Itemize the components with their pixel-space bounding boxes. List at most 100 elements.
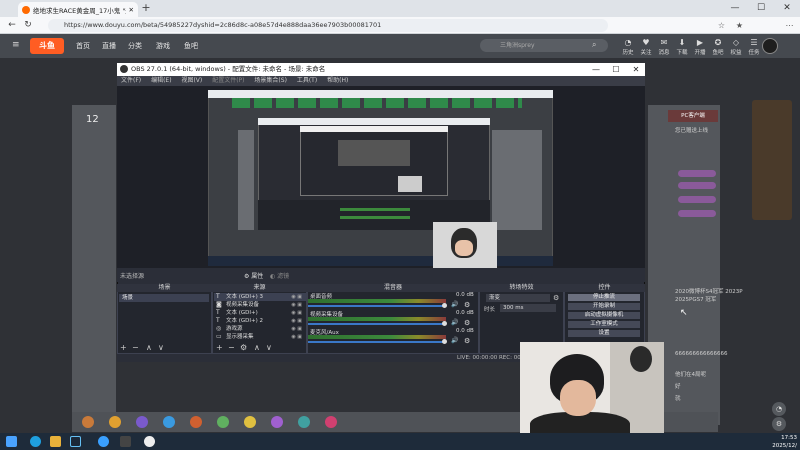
scene-add-icon[interactable]: + bbox=[120, 343, 127, 353]
url-input[interactable]: https://www.douyu.com/beta/54985227dyshi… bbox=[48, 19, 608, 32]
source-down-icon[interactable]: ∨ bbox=[266, 343, 272, 353]
collections-icon[interactable]: ★ bbox=[734, 20, 745, 31]
transition-select[interactable]: 渐变 bbox=[486, 294, 550, 302]
menu-file[interactable]: 文件(F) bbox=[121, 77, 141, 84]
hamburger-icon[interactable]: ≡ bbox=[12, 40, 20, 50]
minimize-button[interactable]: — bbox=[722, 0, 748, 17]
douyu-logo[interactable]: 斗鱼 bbox=[30, 38, 64, 54]
reload-button[interactable]: ↻ bbox=[22, 19, 34, 31]
volume-slider[interactable] bbox=[308, 305, 446, 307]
transition-settings-icon[interactable]: ⚙ bbox=[553, 294, 559, 302]
speaker-icon[interactable]: 🔊 bbox=[451, 337, 458, 344]
gift-icon[interactable] bbox=[244, 416, 256, 428]
menu-scene-collection[interactable]: 场景集合(S) bbox=[254, 77, 287, 84]
header-item-7[interactable]: ☰ 任务 bbox=[744, 38, 764, 56]
settings-button[interactable]: 设置 bbox=[568, 330, 640, 337]
source-settings-icon[interactable]: ⚙ bbox=[240, 343, 247, 353]
gift-icon[interactable] bbox=[136, 416, 148, 428]
settings-icon[interactable]: ⚙ bbox=[772, 417, 786, 431]
source-item[interactable]: ◎ 游戏源 ◉ ▣ bbox=[214, 325, 306, 333]
activity-gift-panel[interactable] bbox=[752, 100, 792, 220]
studio-mode-button[interactable]: 工作室模式 bbox=[568, 321, 640, 328]
speaker-icon[interactable]: 🔊 bbox=[451, 301, 458, 308]
properties-button[interactable]: ⚙ 属性 bbox=[244, 271, 263, 280]
volume-slider-knob[interactable] bbox=[442, 321, 447, 326]
folder-icon[interactable] bbox=[50, 436, 61, 447]
gift-icon[interactable] bbox=[109, 416, 121, 428]
new-tab-button[interactable]: + bbox=[140, 2, 152, 14]
header-item-6[interactable]: ◇ 权益 bbox=[726, 38, 746, 56]
scene-item[interactable]: 场景 bbox=[119, 294, 209, 302]
source-add-icon[interactable]: + bbox=[216, 343, 223, 353]
volume-slider[interactable] bbox=[308, 323, 446, 325]
channel-settings-icon[interactable]: ⚙ bbox=[464, 319, 470, 327]
virtual-camera-button[interactable]: 启动虚拟摄像机 bbox=[568, 312, 640, 319]
header-item-2[interactable]: ✉ 消息 bbox=[654, 38, 674, 56]
history-icon[interactable]: ◔ bbox=[772, 402, 786, 416]
obs-minimize-button[interactable]: — bbox=[586, 63, 606, 76]
obs-taskbar-icon[interactable] bbox=[144, 436, 155, 447]
start-icon[interactable] bbox=[6, 436, 17, 447]
steam-icon[interactable] bbox=[70, 436, 81, 447]
menu-help[interactable]: 帮助(H) bbox=[327, 77, 348, 84]
start-recording-button[interactable]: 开始录制 bbox=[568, 303, 640, 310]
header-item-3[interactable]: ⬇ 下载 bbox=[672, 38, 692, 56]
visibility-lock-icon[interactable]: ◉ ▣ bbox=[291, 301, 302, 309]
app-icon[interactable] bbox=[98, 436, 109, 447]
search-icon[interactable]: ⌕ bbox=[592, 40, 596, 50]
gift-icon[interactable] bbox=[163, 416, 175, 428]
nav-yuba[interactable]: 鱼吧 bbox=[184, 41, 198, 51]
user-avatar[interactable] bbox=[762, 38, 778, 54]
menu-edit[interactable]: 编辑(E) bbox=[151, 77, 171, 84]
scene-down-icon[interactable]: ∨ bbox=[158, 343, 164, 353]
gift-icon[interactable] bbox=[298, 416, 310, 428]
gift-icon[interactable] bbox=[325, 416, 337, 428]
obs-maximize-button[interactable]: ☐ bbox=[606, 63, 626, 76]
visibility-lock-icon[interactable]: ◉ ▣ bbox=[291, 293, 302, 301]
obs-close-button[interactable]: ✕ bbox=[626, 63, 646, 76]
visibility-lock-icon[interactable]: ◉ ▣ bbox=[291, 309, 302, 317]
nav-live[interactable]: 直播 bbox=[102, 41, 116, 51]
back-button[interactable]: ← bbox=[6, 19, 18, 31]
scene-remove-icon[interactable]: − bbox=[132, 343, 139, 353]
source-up-icon[interactable]: ∧ bbox=[254, 343, 260, 353]
volume-slider[interactable] bbox=[308, 341, 446, 343]
source-item[interactable]: T 文本 (GDI+) ◉ ▣ bbox=[214, 309, 306, 317]
header-item-1[interactable]: ♥ 关注 bbox=[636, 38, 656, 56]
source-item[interactable]: ▭ 显示器采集 ◉ ▣ bbox=[214, 333, 306, 341]
volume-slider-knob[interactable] bbox=[442, 303, 447, 308]
gift-icon[interactable] bbox=[82, 416, 94, 428]
source-remove-icon[interactable]: − bbox=[228, 343, 235, 353]
channel-settings-icon[interactable]: ⚙ bbox=[464, 337, 470, 345]
speaker-icon[interactable]: 🔊 bbox=[451, 319, 458, 326]
maximize-button[interactable]: ☐ bbox=[748, 0, 774, 17]
close-button[interactable]: ✕ bbox=[774, 0, 800, 17]
menu-profile[interactable]: 配置文件(P) bbox=[212, 77, 244, 84]
favorite-star-icon[interactable]: ☆ bbox=[716, 20, 727, 31]
volume-slider-knob[interactable] bbox=[442, 339, 447, 344]
gift-icon[interactable] bbox=[190, 416, 202, 428]
stop-stream-button[interactable]: 停止推流 bbox=[568, 294, 640, 301]
header-item-4[interactable]: ▶ 开播 bbox=[690, 38, 710, 56]
header-item-0[interactable]: ◔ 历史 bbox=[618, 38, 638, 56]
nav-home[interactable]: 首页 bbox=[76, 41, 90, 51]
source-item[interactable]: T 文本 (GDI+) 3 ◉ ▣ bbox=[214, 293, 306, 301]
filters-button[interactable]: ◐ 滤镜 bbox=[270, 271, 289, 280]
pc-client-badge[interactable]: PC客户端 bbox=[668, 110, 718, 122]
more-menu-icon[interactable]: ⋯ bbox=[784, 20, 795, 31]
menu-tools[interactable]: 工具(T) bbox=[297, 77, 317, 84]
header-item-5[interactable]: ✪ 鱼吧 bbox=[708, 38, 728, 56]
douyu-search-input[interactable]: 三角洲sprey bbox=[480, 39, 608, 52]
channel-settings-icon[interactable]: ⚙ bbox=[464, 301, 470, 309]
visibility-lock-icon[interactable]: ◉ ▣ bbox=[291, 333, 302, 341]
gift-icon[interactable] bbox=[271, 416, 283, 428]
source-item[interactable]: ◙ 视频采集设备 ◉ ▣ bbox=[214, 301, 306, 309]
duration-input[interactable]: 300 ms bbox=[500, 304, 556, 312]
nav-category[interactable]: 分类 bbox=[128, 41, 142, 51]
menu-view[interactable]: 视图(V) bbox=[181, 77, 202, 84]
scene-up-icon[interactable]: ∧ bbox=[146, 343, 152, 353]
nav-games[interactable]: 游戏 bbox=[156, 41, 170, 51]
app-icon[interactable] bbox=[120, 436, 131, 447]
visibility-lock-icon[interactable]: ◉ ▣ bbox=[291, 317, 302, 325]
source-item[interactable]: T 文本 (GDI+) 2 ◉ ▣ bbox=[214, 317, 306, 325]
